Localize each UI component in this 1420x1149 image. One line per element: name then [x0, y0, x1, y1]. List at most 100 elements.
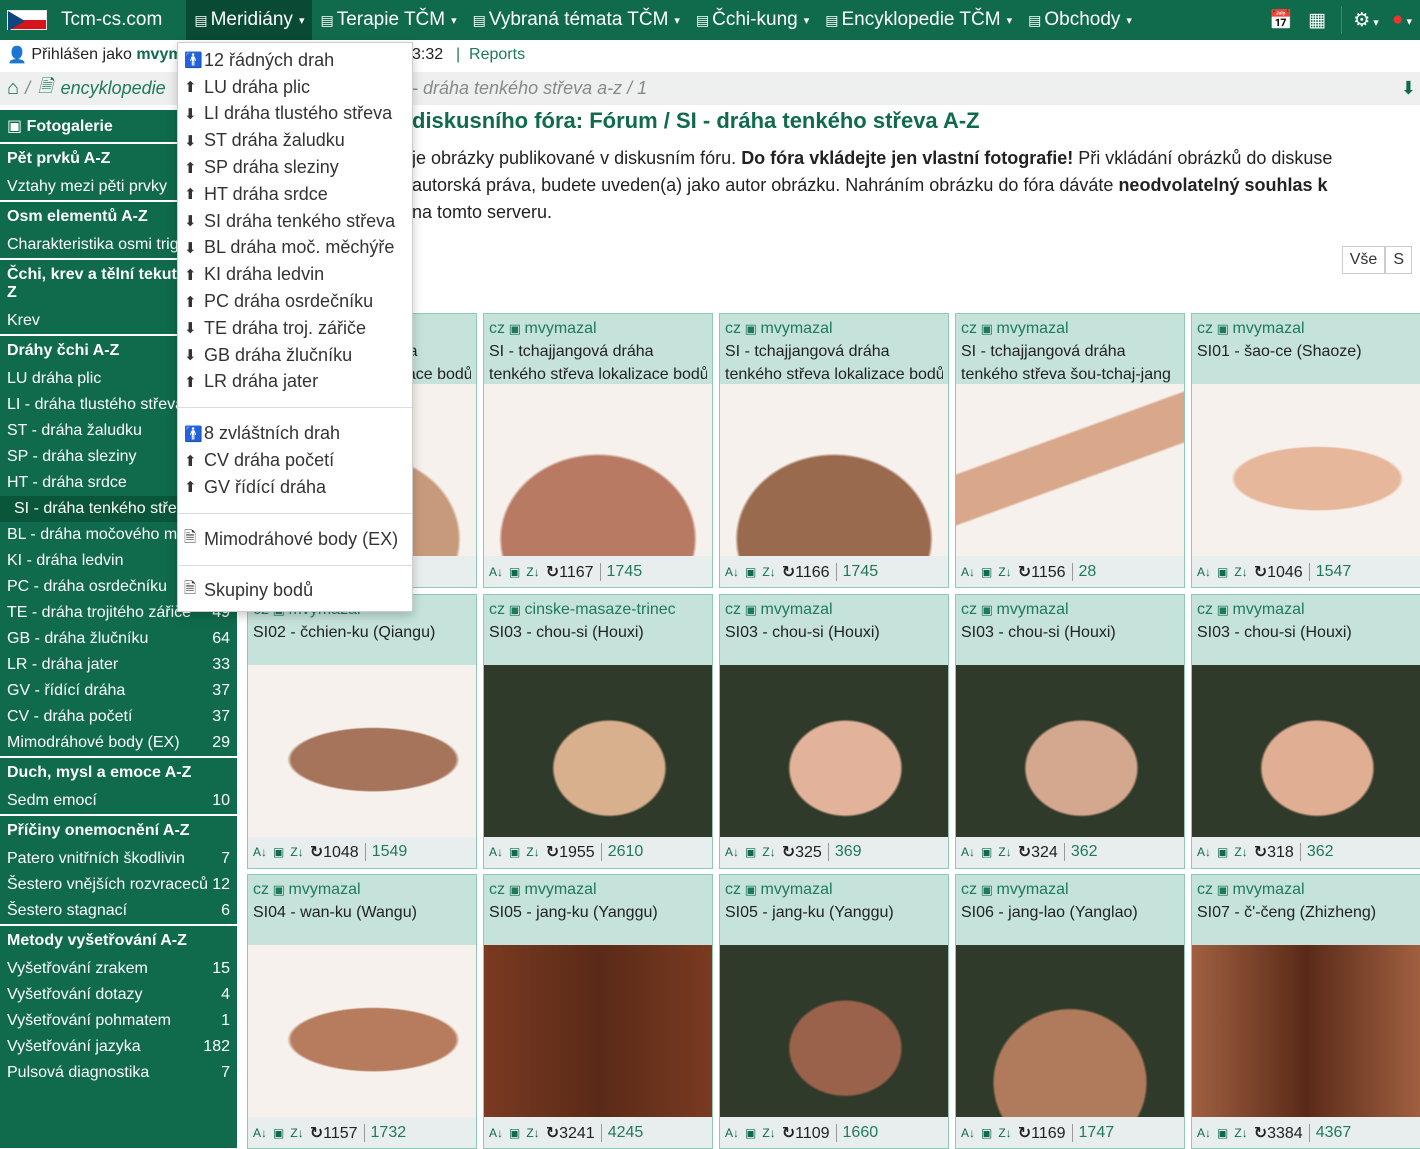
- sort-za-icon[interactable]: Z↓: [998, 1126, 1011, 1140]
- card-title[interactable]: SI05 - jang-ku (Yanggu): [725, 901, 943, 924]
- card-lang[interactable]: cz: [1197, 601, 1213, 618]
- gallery-card[interactable]: cz ▣ mvymazalSI - tchajjangová dráhatenk…: [955, 313, 1185, 588]
- gallery-card[interactable]: cz ▣ mvymazal SI03 - chou-si (Houxi) A↓ ▣ Z↓…: [1191, 593, 1420, 869]
- gallery-card[interactable]: cz ▣ mvymazal SI04 - wan-ku (Wangu) A↓ ▣ Z↓ ↻…: [247, 874, 477, 1149]
- camera-icon[interactable]: ▣: [981, 1126, 992, 1140]
- card-image[interactable]: [720, 945, 948, 1117]
- card-subtitle[interactable]: tenkého střeva lokalizace bodů: [725, 363, 943, 386]
- card-image[interactable]: [956, 664, 1184, 837]
- dropdown-item[interactable]: 🗎 Mimodráhové body (EX): [178, 526, 412, 553]
- card-title[interactable]: SI04 - wan-ku (Wangu): [253, 901, 471, 924]
- dropdown-item[interactable]: ⬇ BL dráha moč. měchýře: [178, 235, 412, 262]
- sort-za-icon[interactable]: Z↓: [1234, 845, 1247, 859]
- gallery-card[interactable]: cz ▣ mvymazal SI03 - chou-si (Houxi) A↓ ▣ Z↓…: [719, 593, 949, 869]
- menu-item-0[interactable]: ▤ Meridiány ▾: [186, 0, 313, 40]
- sort-az-icon[interactable]: A↓: [489, 1126, 503, 1140]
- card-count[interactable]: 369: [827, 843, 862, 861]
- card-author[interactable]: mvymazal: [761, 601, 833, 618]
- sidebar-item[interactable]: Pulsová diagnostika 7: [0, 1060, 237, 1086]
- camera-icon[interactable]: ▣: [1217, 845, 1228, 859]
- sort-az-icon[interactable]: A↓: [1197, 1126, 1211, 1140]
- czech-flag-icon[interactable]: [7, 10, 47, 31]
- sort-az-icon[interactable]: A↓: [725, 565, 739, 579]
- dropdown-item[interactable]: ⬇ TE dráha troj. zářiče: [178, 315, 412, 342]
- sort-za-icon[interactable]: Z↓: [290, 1126, 303, 1140]
- sidebar-item[interactable]: Vyšetřování pohmatem 1: [0, 1008, 237, 1034]
- gallery-card[interactable]: cz ▣ mvymazal SI05 - jang-ku (Yanggu) A↓ ▣ Z…: [719, 874, 949, 1149]
- sort-za-icon[interactable]: Z↓: [1234, 565, 1247, 579]
- sort-az-icon[interactable]: A↓: [1197, 565, 1211, 579]
- card-title[interactable]: SI01 - šao-ce (Shaoze): [1197, 340, 1415, 363]
- sort-az-icon[interactable]: A↓: [1197, 845, 1211, 859]
- sort-za-icon[interactable]: Z↓: [998, 565, 1011, 579]
- camera-icon[interactable]: ▣: [1217, 565, 1228, 579]
- dropdown-item[interactable]: ⬇ SI dráha tenkého střeva: [178, 208, 412, 235]
- card-author[interactable]: mvymazal: [525, 881, 597, 898]
- sidebar-item[interactable]: CV - dráha početí 37: [0, 704, 237, 730]
- sort-za-icon[interactable]: Z↓: [526, 1126, 539, 1140]
- camera-icon[interactable]: ▣: [745, 1126, 756, 1140]
- filter-s-button[interactable]: S: [1385, 246, 1412, 274]
- gallery-card[interactable]: cz ▣ mvymazalSI - tchajjangová dráhatenk…: [719, 313, 949, 588]
- gallery-card[interactable]: cz ▣ mvymazalSI02 - čchien-ku (Qiangu)A↓…: [247, 593, 477, 869]
- sort-az-icon[interactable]: A↓: [961, 1126, 975, 1140]
- sort-za-icon[interactable]: Z↓: [998, 845, 1011, 859]
- card-author[interactable]: mvymazal: [1233, 601, 1305, 618]
- card-image[interactable]: [1192, 384, 1420, 556]
- dropdown-item[interactable]: ⬇ GB dráha žlučníku: [178, 342, 412, 369]
- card-title[interactable]: SI07 - č'-čeng (Zhizheng): [1197, 901, 1415, 924]
- card-count[interactable]: 1747: [1071, 1123, 1114, 1142]
- sort-za-icon[interactable]: Z↓: [762, 565, 775, 579]
- sidebar-item[interactable]: Sedm emocí 10: [0, 788, 237, 814]
- card-image[interactable]: [1192, 945, 1420, 1117]
- sidebar-item[interactable]: Patero vnitřních škodlivin 7: [0, 846, 237, 872]
- camera-icon[interactable]: ▣: [273, 1126, 284, 1140]
- card-author[interactable]: mvymazal: [761, 881, 833, 898]
- card-image[interactable]: [720, 664, 948, 837]
- brand-link[interactable]: Tcm-cs.com: [61, 9, 162, 31]
- card-author[interactable]: mvymazal: [997, 320, 1069, 337]
- card-title[interactable]: SI06 - jang-lao (Yanglao): [961, 901, 1179, 924]
- card-title[interactable]: SI05 - jang-ku (Yanggu): [489, 901, 707, 924]
- card-count[interactable]: 362: [1063, 843, 1098, 861]
- gallery-card[interactable]: cz ▣ mvymazal SI03 - chou-si (Houxi) A↓ ▣ Z↓…: [955, 593, 1185, 869]
- sidebar-item[interactable]: Vyšetřování dotazy 4: [0, 982, 237, 1008]
- sort-az-icon[interactable]: A↓: [725, 1126, 739, 1140]
- gallery-card[interactable]: cz ▣ mvymazal SI07 - č'-čeng (Zhizheng) A↓…: [1191, 874, 1420, 1149]
- gallery-card[interactable]: cz ▣ mvymazal SI01 - šao-ce (Shaoze) A↓ ▣ Z↓…: [1191, 313, 1420, 588]
- menu-item-1[interactable]: ▤ Terapie TČM ▾: [312, 0, 464, 40]
- camera-icon[interactable]: ▣: [981, 565, 992, 579]
- sidebar-heading[interactable]: Duch, mysl a emoce A-Z: [0, 756, 237, 788]
- card-count[interactable]: 2610: [600, 843, 643, 861]
- dropdown-item[interactable]: 🗎 Skupiny bodů: [178, 578, 412, 605]
- sort-az-icon[interactable]: A↓: [961, 845, 975, 859]
- card-author[interactable]: mvymazal: [997, 601, 1069, 618]
- card-lang[interactable]: cz: [253, 881, 269, 898]
- card-image[interactable]: [484, 664, 712, 837]
- camera-icon[interactable]: ▣: [745, 845, 756, 859]
- calendar-plus-icon[interactable]: 📅: [1263, 8, 1299, 32]
- card-lang[interactable]: cz: [725, 601, 741, 618]
- sidebar-item[interactable]: GB - dráha žlučníku 64: [0, 626, 237, 652]
- dropdown-item[interactable]: ⬇ ST dráha žaludku: [178, 127, 412, 154]
- dropdown-item[interactable]: ⬆ GV řídící dráha: [178, 474, 412, 501]
- card-image[interactable]: [720, 384, 948, 556]
- card-title[interactable]: SI03 - chou-si (Houxi): [1197, 621, 1415, 644]
- card-author[interactable]: cinske-masaze-trinec: [525, 601, 676, 618]
- card-title[interactable]: SI02 - čchien-ku (Qiangu): [253, 621, 471, 644]
- card-title[interactable]: SI03 - chou-si (Houxi): [725, 621, 943, 644]
- card-count[interactable]: 1547: [1308, 562, 1351, 581]
- sort-az-icon[interactable]: A↓: [961, 565, 975, 579]
- dropdown-item[interactable]: ⬆ CV dráha početí: [178, 447, 412, 474]
- sidebar-item[interactable]: Vyšetřování zrakem 15: [0, 956, 237, 982]
- camera-icon[interactable]: ▣: [1217, 1126, 1228, 1140]
- card-lang[interactable]: cz: [1197, 320, 1213, 337]
- user-icon[interactable]: ● ▾: [1384, 9, 1420, 31]
- gallery-card[interactable]: cz ▣ mvymazalSI - tchajjangová dráhatenk…: [483, 313, 713, 588]
- sort-az-icon[interactable]: A↓: [489, 845, 503, 859]
- card-image[interactable]: [484, 945, 712, 1117]
- card-author[interactable]: mvymazal: [1233, 881, 1305, 898]
- dropdown-item[interactable]: 🚹 8 zvláštních drah: [178, 420, 412, 447]
- dropdown-item[interactable]: ⬆ LU dráha plic: [178, 74, 412, 101]
- camera-icon[interactable]: ▣: [509, 845, 520, 859]
